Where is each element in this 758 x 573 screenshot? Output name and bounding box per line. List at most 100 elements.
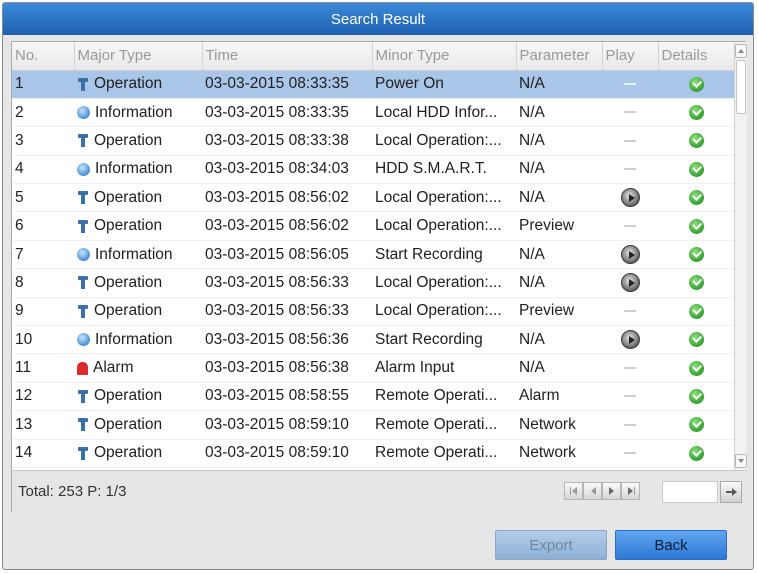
- major-type-label: Information: [95, 330, 173, 348]
- cell-play: [602, 382, 658, 412]
- cell-time: 03-03-2015 08:56:38: [202, 353, 372, 383]
- cell-parameter: N/A: [516, 325, 602, 355]
- table-row[interactable]: 1 Operation 03-03-2015 08:33:35 Power On N/A: [12, 70, 734, 99]
- cell-details[interactable]: [658, 268, 734, 298]
- table-row[interactable]: 11 Alarm 03-03-2015 08:56:38 Alarm Input N/A: [12, 353, 734, 383]
- cell-time: 03-03-2015 08:56:33: [202, 268, 372, 298]
- cell-time: 03-03-2015 08:59:10: [202, 410, 372, 440]
- major-type-label: Operation: [94, 75, 163, 93]
- column-header-time[interactable]: Time: [202, 42, 373, 71]
- go-to-page-button[interactable]: [720, 481, 742, 503]
- cell-play: [602, 155, 658, 185]
- scroll-up-button[interactable]: [735, 44, 747, 58]
- first-page-button[interactable]: [564, 482, 583, 500]
- table-row[interactable]: 10 Information 03-03-2015 08:56:36 Start Re…: [12, 325, 734, 355]
- cell-details[interactable]: [658, 382, 734, 412]
- table-row[interactable]: 6 Operation 03-03-2015 08:56:02 Local Opera…: [12, 211, 734, 241]
- column-header-play[interactable]: Play: [602, 42, 659, 71]
- cell-play: [602, 70, 658, 99]
- cell-details[interactable]: [658, 155, 734, 185]
- table-row[interactable]: 8 Operation 03-03-2015 08:56:33 Local Opera…: [12, 268, 734, 298]
- play-unavailable-icon: [624, 452, 636, 455]
- play-icon[interactable]: [620, 330, 640, 350]
- cell-details[interactable]: [658, 183, 734, 213]
- next-page-button[interactable]: [602, 482, 621, 500]
- major-type-label: Operation: [94, 273, 163, 291]
- cell-details[interactable]: [658, 297, 734, 327]
- table-row[interactable]: 13 Operation 03-03-2015 08:59:10 Remote Ope…: [12, 410, 734, 440]
- cell-details[interactable]: [658, 353, 734, 383]
- cell-play[interactable]: [602, 325, 658, 355]
- cell-no: 9: [12, 297, 74, 327]
- search-result-dialog: Search Result No. Major Type Time Minor …: [2, 2, 754, 570]
- cell-play[interactable]: [602, 268, 658, 298]
- play-icon[interactable]: [620, 245, 640, 265]
- details-check-icon[interactable]: [688, 388, 704, 404]
- details-check-icon[interactable]: [688, 360, 704, 376]
- scroll-down-button[interactable]: [735, 454, 747, 468]
- cell-parameter: N/A: [516, 240, 602, 270]
- cell-parameter: N/A: [516, 70, 602, 99]
- major-type-label: Information: [95, 160, 173, 178]
- major-type-label: Information: [95, 245, 173, 263]
- column-header-details[interactable]: Details: [658, 42, 734, 71]
- previous-page-button[interactable]: [583, 482, 602, 500]
- cell-play: [602, 126, 658, 156]
- cell-minor-type: Local HDD Infor...: [372, 98, 516, 128]
- cell-play[interactable]: [602, 183, 658, 213]
- column-header-minor-type[interactable]: Minor Type: [372, 42, 517, 71]
- column-header-major-type[interactable]: Major Type: [74, 42, 203, 71]
- vertical-scrollbar[interactable]: [734, 42, 747, 470]
- table-row[interactable]: 3 Operation 03-03-2015 08:33:38 Local Opera…: [12, 126, 734, 156]
- cell-details[interactable]: [658, 98, 734, 128]
- last-page-button[interactable]: [621, 482, 640, 500]
- cell-details[interactable]: [658, 439, 734, 468]
- details-check-icon[interactable]: [688, 76, 704, 92]
- play-icon[interactable]: [620, 273, 640, 293]
- play-icon[interactable]: [620, 188, 640, 208]
- details-check-icon[interactable]: [688, 246, 704, 262]
- column-header-parameter[interactable]: Parameter: [516, 42, 603, 71]
- table-row[interactable]: 12 Operation 03-03-2015 08:58:55 Remote Ope…: [12, 382, 734, 412]
- table-row[interactable]: 9 Operation 03-03-2015 08:56:33 Local Opera…: [12, 297, 734, 327]
- table-row[interactable]: 4 Information 03-03-2015 08:34:03 HDD S.M.A…: [12, 155, 734, 185]
- cell-details[interactable]: [658, 126, 734, 156]
- major-type: Operation: [77, 75, 202, 93]
- details-check-icon[interactable]: [688, 303, 704, 319]
- details-check-icon[interactable]: [688, 332, 704, 348]
- details-check-icon[interactable]: [688, 445, 704, 461]
- cell-major-type: Operation: [74, 183, 202, 213]
- play-unavailable-icon: [624, 225, 636, 228]
- export-button[interactable]: Export: [495, 530, 607, 560]
- table-row[interactable]: 5 Operation 03-03-2015 08:56:02 Local Opera…: [12, 183, 734, 213]
- pagination: [564, 482, 640, 500]
- back-button[interactable]: Back: [615, 530, 727, 560]
- page-number-input[interactable]: [662, 481, 718, 503]
- cell-time: 03-03-2015 08:33:38: [202, 126, 372, 156]
- scroll-thumb[interactable]: [736, 60, 746, 114]
- cell-play[interactable]: [602, 240, 658, 270]
- cell-details[interactable]: [658, 211, 734, 241]
- details-check-icon[interactable]: [688, 275, 704, 291]
- table-row[interactable]: 14 Operation 03-03-2015 08:59:10 Remote Ope…: [12, 439, 734, 468]
- major-type: Information: [77, 331, 202, 349]
- table-row[interactable]: 2 Information 03-03-2015 08:33:35 Local HDD…: [12, 98, 734, 128]
- details-check-icon[interactable]: [688, 218, 704, 234]
- details-check-icon[interactable]: [688, 133, 704, 149]
- column-header-no[interactable]: No.: [12, 42, 75, 71]
- cell-minor-type: Local Operation:...: [372, 211, 516, 241]
- cell-details[interactable]: [658, 70, 734, 99]
- major-type-label: Operation: [94, 387, 163, 405]
- info-icon: [77, 162, 90, 176]
- details-check-icon[interactable]: [688, 190, 704, 206]
- cell-details[interactable]: [658, 325, 734, 355]
- cell-minor-type: Local Operation:...: [372, 268, 516, 298]
- table-footer: Total: 253 P: 1/3: [12, 470, 747, 513]
- table-row[interactable]: 7 Information 03-03-2015 08:56:05 Start Rec…: [12, 240, 734, 270]
- cell-no: 5: [12, 183, 74, 213]
- details-check-icon[interactable]: [688, 161, 704, 177]
- details-check-icon[interactable]: [688, 104, 704, 120]
- cell-details[interactable]: [658, 410, 734, 440]
- cell-details[interactable]: [658, 240, 734, 270]
- details-check-icon[interactable]: [688, 417, 704, 433]
